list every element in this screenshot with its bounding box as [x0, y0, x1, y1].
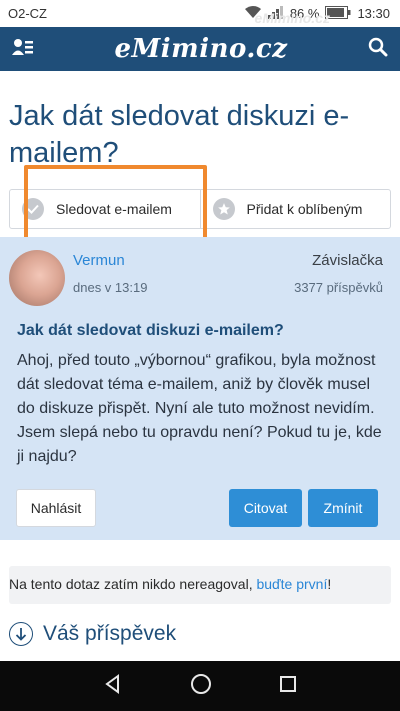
report-button[interactable]: Nahlásit [16, 489, 96, 527]
star-icon [212, 198, 235, 220]
back-icon[interactable] [103, 673, 123, 699]
avatar[interactable] [9, 250, 65, 306]
your-post-toggle[interactable]: Váš příspěvek [9, 622, 176, 646]
post-card: Vermun dnes v 13:19 Závislačka 3377 přís… [0, 237, 400, 540]
user-menu-icon[interactable] [12, 38, 34, 61]
status-bar: O2-CZ 86 % 13:30 eMimino.cz [0, 0, 400, 27]
add-favorite-button[interactable]: Přidat k oblíbeným [199, 190, 391, 228]
app-header: eMimino.cz [0, 27, 400, 71]
author-location: Závislačka [312, 252, 383, 269]
mention-button[interactable]: Zmínit [308, 489, 378, 527]
author-post-count: 3377 příspěvků [294, 280, 383, 295]
your-post-label: Váš příspěvek [43, 622, 177, 645]
clock: 13:30 [357, 6, 390, 21]
recents-icon[interactable] [279, 675, 297, 698]
notice-suffix: ! [327, 576, 332, 592]
post-title: Jak dát sledovat diskuzi e-mailem? [17, 322, 284, 339]
post-time: dnes v 13:19 [73, 280, 148, 295]
page-title: Jak dát sledovat diskuzi e-mailem? [9, 100, 350, 169]
add-favorite-label: Přidat k oblíbeným [246, 201, 363, 217]
quote-button[interactable]: Citovat [229, 489, 302, 527]
arrow-down-icon [9, 622, 33, 646]
no-replies-notice: Na tento dotaz zatím nikdo nereagoval, b… [9, 566, 391, 604]
carrier-label: O2-CZ [8, 6, 47, 21]
search-icon[interactable] [368, 37, 388, 62]
notice-text: Na tento dotaz zatím nikdo nereagoval, [9, 576, 257, 592]
watermark: eMimino.cz [254, 10, 330, 26]
site-logo[interactable]: eMimino.cz [114, 34, 287, 64]
author-link[interactable]: Vermun [73, 252, 125, 269]
system-nav-bar [0, 661, 400, 711]
be-first-link[interactable]: buďte první [256, 576, 327, 592]
post-body: Ahoj, před touto „výbornou“ grafikou, by… [17, 352, 382, 465]
home-icon[interactable] [190, 673, 212, 700]
